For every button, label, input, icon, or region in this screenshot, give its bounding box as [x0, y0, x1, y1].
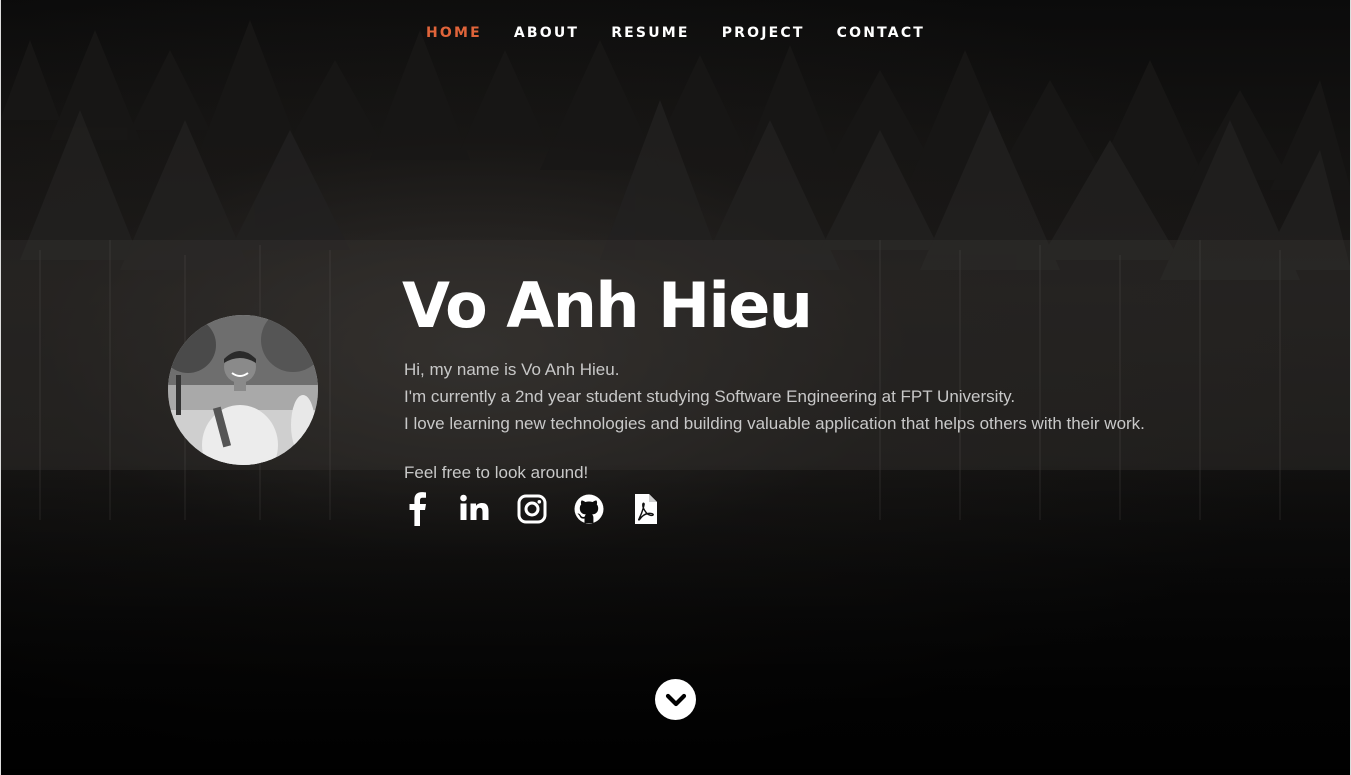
facebook-icon [409, 492, 426, 526]
nav-item-about[interactable]: ABOUT [514, 22, 579, 44]
hero-name: Vo Anh Hieu [402, 269, 813, 342]
nav-item-home[interactable]: HOME [426, 22, 482, 44]
github-icon [574, 494, 604, 524]
social-links [402, 492, 687, 526]
pdf-icon [635, 494, 657, 524]
nav-item-project[interactable]: PROJECT [722, 22, 805, 44]
profile-photo [168, 315, 318, 465]
frame-border-left [0, 0, 1, 775]
profile-avatar [168, 315, 318, 465]
nav-item-resume[interactable]: RESUME [611, 22, 690, 44]
main-nav: HOME ABOUT RESUME PROJECT CONTACT [0, 22, 1351, 44]
bio-line: I'm currently a 2nd year student studyin… [404, 387, 1016, 406]
scroll-down-button[interactable] [655, 679, 696, 720]
bio-line: I love learning new technologies and bui… [404, 414, 1145, 433]
github-link[interactable] [573, 492, 605, 526]
chevron-down-icon [665, 693, 686, 706]
hero-cta-text: Feel free to look around! [404, 463, 589, 482]
linkedin-link[interactable] [459, 492, 491, 526]
nav-item-contact[interactable]: CONTACT [837, 22, 925, 44]
hero-bio: Hi, my name is Vo Anh Hieu. I'm currentl… [404, 356, 1145, 437]
instagram-icon [517, 494, 547, 524]
instagram-link[interactable] [516, 492, 548, 526]
hero-section: HOME ABOUT RESUME PROJECT CONTACT Vo Anh… [0, 0, 1351, 775]
resume-pdf-link[interactable] [630, 492, 662, 526]
linkedin-icon [460, 494, 489, 520]
bio-line: Hi, my name is Vo Anh Hieu. [404, 360, 620, 379]
facebook-link[interactable] [402, 492, 434, 526]
